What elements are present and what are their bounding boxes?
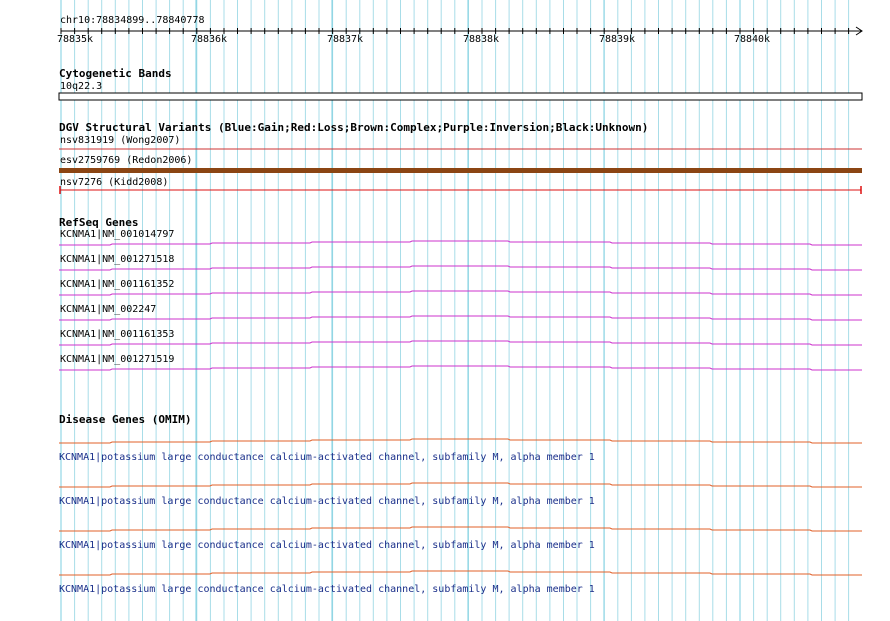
omim-gene-label[interactable]: KCNMA1|potassium large conductance calci… <box>59 496 595 508</box>
ruler-tick-label: 78838k <box>462 34 500 45</box>
genome-browser-panel: chr10:78834899..78840778 78835k 78836k 7… <box>0 0 890 621</box>
cytoband-bar <box>58 92 863 101</box>
variant-label[interactable]: esv2759769 (Redon2006) <box>60 155 192 167</box>
omim-gene-label[interactable]: KCNMA1|potassium large conductance calci… <box>59 540 595 552</box>
dgv-track-title: DGV Structural Variants (Blue:Gain;Red:L… <box>59 121 649 134</box>
gene-model <box>59 265 862 271</box>
gene-label[interactable]: KCNMA1|NM_001271519 <box>60 354 174 366</box>
variant-bar <box>59 168 862 173</box>
gene-model <box>59 240 862 246</box>
gene-model <box>59 340 862 346</box>
ruler-tick-label: 78836k <box>190 34 228 45</box>
cytoband-label: 10q22.3 <box>60 81 103 92</box>
omim-gene-model <box>59 526 862 532</box>
gene-label[interactable]: KCNMA1|NM_001161353 <box>60 329 174 341</box>
omim-gene-model <box>59 438 862 444</box>
ruler-tick-label: 78835k <box>56 34 94 45</box>
ruler-tick-label: 78839k <box>598 34 636 45</box>
gene-model <box>59 365 862 371</box>
omim-track-title: Disease Genes (OMIM) <box>59 413 192 426</box>
gene-label[interactable]: KCNMA1|NM_001161352 <box>60 279 174 291</box>
variant-label[interactable]: nsv7276 (Kidd2008) <box>60 177 168 189</box>
refseq-track-title: RefSeq Genes <box>59 216 139 229</box>
ruler-tick-label: 78840k <box>733 34 771 45</box>
ruler-tick-label: 78837k <box>326 34 364 45</box>
omim-gene-model <box>59 570 862 576</box>
variant-label[interactable]: nsv831919 (Wong2007) <box>60 135 180 147</box>
omim-gene-model <box>59 482 862 488</box>
gene-label[interactable]: KCNMA1|NM_001014797 <box>60 229 174 241</box>
gene-label[interactable]: KCNMA1|NM_001271518 <box>60 254 174 266</box>
gene-model <box>59 290 862 296</box>
gene-label[interactable]: KCNMA1|NM_002247 <box>60 304 156 316</box>
omim-gene-label[interactable]: KCNMA1|potassium large conductance calci… <box>59 452 595 464</box>
coordinate-range: chr10:78834899..78840778 <box>60 15 205 26</box>
gene-model <box>59 315 862 321</box>
cytoband-track-title: Cytogenetic Bands <box>59 67 172 80</box>
omim-gene-label[interactable]: KCNMA1|potassium large conductance calci… <box>59 584 595 596</box>
